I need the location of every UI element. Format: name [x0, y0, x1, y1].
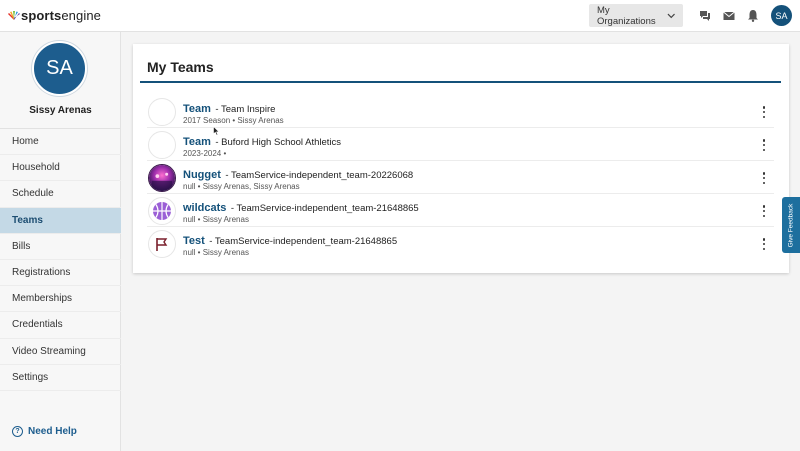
sidebar: SA Sissy Arenas Home Household Schedule …	[0, 32, 121, 451]
sidebar-item-settings[interactable]: Settings	[0, 365, 121, 391]
sidebar-nav: Home Household Schedule Teams Bills Regi…	[0, 128, 121, 391]
sidebar-item-credentials[interactable]: Credentials	[0, 312, 121, 339]
my-teams-card: My Teams Team - Team Inspire 2017 Season…	[133, 44, 789, 273]
team-org: - TeamService-independent_team-21648865	[209, 236, 398, 247]
header-actions: My Organizations SA	[589, 4, 792, 27]
team-details: null • Sissy Arenas	[183, 215, 249, 224]
need-help-link[interactable]: ? Need Help	[12, 426, 77, 437]
team-photo	[148, 164, 176, 192]
sidebar-item-teams[interactable]: Teams	[0, 207, 121, 234]
page-title: My Teams	[147, 59, 214, 75]
team-logo	[148, 131, 176, 159]
more-options-icon[interactable]	[762, 205, 766, 217]
sidebar-item-bills[interactable]: Bills	[0, 234, 121, 260]
team-details: 2017 Season • Sissy Arenas	[183, 116, 284, 125]
team-row[interactable]: wildcats - TeamService-independent_team-…	[147, 195, 774, 227]
top-bar: sportsengine My Organizations SA	[0, 0, 800, 32]
team-name-link[interactable]: Team	[183, 136, 211, 148]
bell-icon[interactable]	[746, 9, 760, 23]
profile-name: Sissy Arenas	[29, 105, 92, 116]
sportsengine-logo[interactable]: sportsengine	[7, 8, 101, 23]
team-details: 2023-2024 •	[183, 149, 227, 158]
my-organizations-label: My Organizations	[597, 4, 656, 27]
team-details: null • Sissy Arenas	[183, 248, 249, 257]
profile-avatar: SA	[32, 41, 87, 96]
team-row[interactable]: Test - TeamService-independent_team-2164…	[147, 228, 774, 260]
give-feedback-tab[interactable]: Give Feedback	[782, 197, 800, 253]
more-options-icon[interactable]	[762, 106, 766, 118]
my-organizations-dropdown[interactable]: My Organizations	[589, 4, 683, 27]
more-options-icon[interactable]	[762, 172, 766, 184]
question-icon: ?	[12, 426, 23, 437]
need-help-label: Need Help	[28, 426, 77, 437]
brand-name-light: engine	[61, 8, 101, 23]
more-options-icon[interactable]	[762, 238, 766, 250]
title-divider	[140, 81, 781, 83]
more-options-icon[interactable]	[762, 139, 766, 151]
team-row[interactable]: Nugget - TeamService-independent_team-20…	[147, 162, 774, 194]
team-name-link[interactable]: Nugget	[183, 169, 221, 181]
team-org: - TeamService-independent_team-21648865	[230, 203, 419, 214]
sidebar-item-registrations[interactable]: Registrations	[0, 260, 121, 287]
user-avatar[interactable]: SA	[771, 5, 792, 26]
chevron-down-icon	[667, 13, 675, 18]
team-org: - Team Inspire	[215, 104, 276, 115]
team-org: - TeamService-independent_team-20226068	[225, 170, 414, 181]
chat-icon[interactable]	[698, 9, 712, 23]
peacock-icon	[8, 10, 20, 20]
team-name-link[interactable]: wildcats	[183, 202, 226, 214]
team-org: - Buford High School Athletics	[215, 137, 342, 148]
mail-icon[interactable]	[722, 9, 736, 23]
flag-icon	[148, 230, 176, 258]
sidebar-item-home[interactable]: Home	[0, 129, 121, 156]
team-name-link[interactable]: Test	[183, 235, 205, 247]
team-row[interactable]: Team - Team Inspire 2017 Season • Sissy …	[147, 96, 774, 128]
sidebar-item-household[interactable]: Household	[0, 155, 121, 182]
team-name-link[interactable]: Team	[183, 103, 211, 115]
brand-name-bold: sports	[21, 8, 62, 23]
mouse-cursor-icon	[213, 126, 220, 136]
sidebar-item-schedule[interactable]: Schedule	[0, 181, 121, 208]
give-feedback-label: Give Feedback	[787, 203, 795, 247]
team-row[interactable]: Team - Buford High School Athletics 2023…	[147, 129, 774, 161]
basketball-icon	[148, 197, 176, 225]
team-logo	[148, 98, 176, 126]
team-details: null • Sissy Arenas, Sissy Arenas	[183, 182, 300, 191]
sidebar-item-memberships[interactable]: Memberships	[0, 286, 121, 313]
sidebar-item-video-streaming[interactable]: Video Streaming	[0, 339, 121, 365]
